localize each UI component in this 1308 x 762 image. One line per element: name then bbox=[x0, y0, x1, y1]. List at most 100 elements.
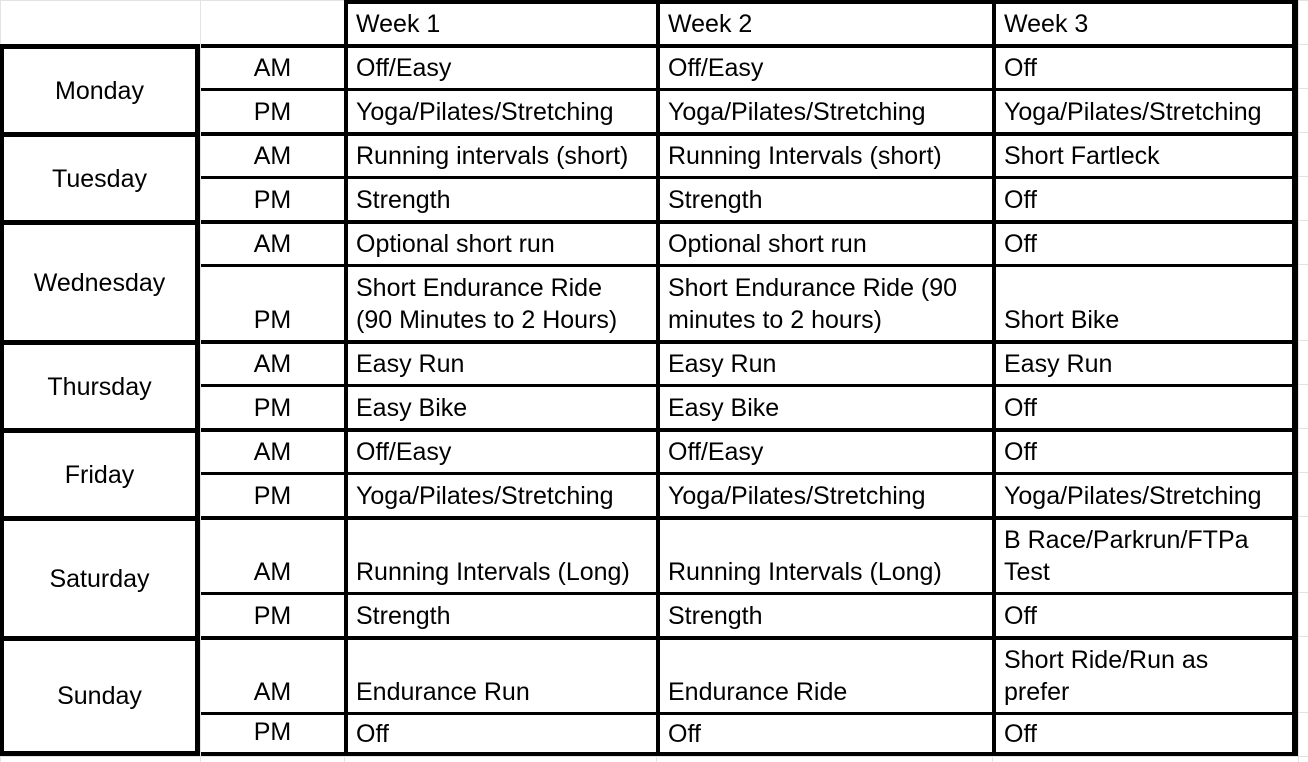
schedule-cell-text: Off/Easy bbox=[668, 438, 764, 466]
day-tuesday[interactable]: Tuesday bbox=[0, 132, 200, 220]
header-week-2[interactable]: Week 2 bbox=[656, 0, 992, 44]
day-tuesday-text: Tuesday bbox=[52, 164, 147, 193]
schedule-cell[interactable]: Yoga/Pilates/Stretching bbox=[992, 472, 1298, 516]
day-thursday[interactable]: Thursday bbox=[0, 340, 200, 428]
schedule-cell[interactable]: Easy Run bbox=[656, 340, 992, 384]
day-monday[interactable]: Monday bbox=[0, 44, 200, 132]
schedule-cell-text: Off bbox=[1004, 185, 1037, 214]
period-am-text: AM bbox=[253, 54, 292, 82]
schedule-cell-text: Off bbox=[1004, 230, 1037, 258]
schedule-cell[interactable]: Endurance Ride bbox=[656, 636, 992, 712]
schedule-cell[interactable]: Strength bbox=[344, 592, 656, 636]
schedule-cell[interactable]: Strength bbox=[344, 176, 656, 220]
schedule-cell[interactable]: B Race/Parkrun/FTPa Test bbox=[992, 516, 1298, 592]
period-am-text: AM bbox=[253, 142, 292, 170]
period-pm-text: PM bbox=[253, 394, 292, 422]
day-sunday[interactable]: Sunday bbox=[0, 636, 200, 756]
schedule-cell[interactable]: Short Endurance Ride (90 Minutes to 2 Ho… bbox=[344, 264, 656, 340]
schedule-cell[interactable]: Off bbox=[992, 384, 1298, 428]
schedule-cell[interactable]: Off bbox=[344, 712, 656, 756]
gridline bbox=[0, 756, 1308, 757]
schedule-cell[interactable]: Yoga/Pilates/Stretching bbox=[656, 88, 992, 132]
period-am[interactable]: AM bbox=[201, 516, 344, 592]
schedule-cell-text: Running Intervals (Long) bbox=[668, 558, 942, 586]
schedule-cell[interactable]: Easy Run bbox=[344, 340, 656, 384]
day-thursday-text: Thursday bbox=[47, 372, 152, 401]
gridline bbox=[1298, 0, 1299, 762]
header-week-3[interactable]: Week 3 bbox=[992, 0, 1298, 44]
period-am[interactable]: AM bbox=[201, 132, 344, 176]
schedule-cell-text: Strength bbox=[668, 185, 763, 214]
day-friday-text: Friday bbox=[64, 460, 135, 489]
schedule-cell-text: Off bbox=[1004, 54, 1037, 82]
schedule-cell-text: Off/Easy bbox=[356, 54, 452, 82]
period-am[interactable]: AM bbox=[201, 44, 344, 88]
schedule-cell-text: Optional short run bbox=[356, 230, 555, 258]
schedule-cell[interactable]: Off bbox=[992, 44, 1298, 88]
schedule-cell-text: Yoga/Pilates/Stretching bbox=[1004, 97, 1262, 126]
day-wednesday-text: Wednesday bbox=[33, 268, 166, 297]
schedule-cell[interactable]: Off bbox=[992, 176, 1298, 220]
period-pm-text: PM bbox=[253, 482, 292, 510]
schedule-cell[interactable]: Running Intervals (Long) bbox=[344, 516, 656, 592]
schedule-cell[interactable]: Short Endurance Ride (90 minutes to 2 ho… bbox=[656, 264, 992, 340]
schedule-cell[interactable]: Easy Bike bbox=[656, 384, 992, 428]
period-am-text: AM bbox=[253, 350, 292, 378]
day-monday-text: Monday bbox=[55, 76, 144, 105]
schedule-cell[interactable]: Optional short run bbox=[344, 220, 656, 264]
schedule-cell[interactable]: Off bbox=[992, 220, 1298, 264]
schedule-cell[interactable]: Endurance Run bbox=[344, 636, 656, 712]
period-pm[interactable]: PM bbox=[201, 472, 344, 516]
schedule-cell-text: Yoga/Pilates/Stretching bbox=[356, 481, 614, 510]
schedule-cell[interactable]: Off bbox=[992, 592, 1298, 636]
day-friday[interactable]: Friday bbox=[0, 428, 200, 516]
period-am[interactable]: AM bbox=[201, 428, 344, 472]
schedule-cell[interactable]: Running Intervals (Long) bbox=[656, 516, 992, 592]
period-pm[interactable]: PM bbox=[201, 264, 344, 340]
period-pm-text: PM bbox=[253, 306, 292, 334]
schedule-cell-text: Strength bbox=[668, 601, 763, 630]
schedule-cell[interactable]: Yoga/Pilates/Stretching bbox=[344, 472, 656, 516]
period-am-text: AM bbox=[253, 678, 292, 706]
day-saturday[interactable]: Saturday bbox=[0, 516, 200, 636]
schedule-cell[interactable]: Optional short run bbox=[656, 220, 992, 264]
schedule-cell[interactable]: Strength bbox=[656, 176, 992, 220]
schedule-cell[interactable]: Yoga/Pilates/Stretching bbox=[992, 88, 1298, 132]
schedule-cell[interactable]: Short Bike bbox=[992, 264, 1298, 340]
period-pm[interactable]: PM bbox=[201, 592, 344, 636]
schedule-cell[interactable]: Off/Easy bbox=[344, 428, 656, 472]
day-sunday-text: Sunday bbox=[57, 682, 142, 710]
schedule-cell-text: Endurance Ride bbox=[668, 678, 848, 706]
period-am[interactable]: AM bbox=[201, 220, 344, 264]
period-pm[interactable]: PM bbox=[201, 176, 344, 220]
schedule-cell[interactable]: Off bbox=[992, 712, 1298, 756]
schedule-cell-text: Short Ride/Run as prefer bbox=[1004, 646, 1209, 706]
schedule-cell[interactable]: Easy Run bbox=[992, 340, 1298, 384]
schedule-cell[interactable]: Short Fartleck bbox=[992, 132, 1298, 176]
header-week-1-text: Week 1 bbox=[356, 10, 441, 38]
schedule-cell-text: Short Fartleck bbox=[1004, 142, 1160, 170]
schedule-cell[interactable]: Running Intervals (short) bbox=[656, 132, 992, 176]
schedule-cell[interactable]: Running intervals (short) bbox=[344, 132, 656, 176]
period-pm[interactable]: PM bbox=[201, 88, 344, 132]
schedule-cell[interactable]: Off/Easy bbox=[344, 44, 656, 88]
schedule-cell[interactable]: Off bbox=[992, 428, 1298, 472]
period-am-text: AM bbox=[253, 230, 292, 258]
schedule-cell[interactable]: Strength bbox=[656, 592, 992, 636]
schedule-cell-text: Strength bbox=[356, 185, 451, 214]
header-week-1[interactable]: Week 1 bbox=[344, 0, 656, 44]
schedule-cell-text: Yoga/Pilates/Stretching bbox=[668, 481, 926, 510]
schedule-cell[interactable]: Yoga/Pilates/Stretching bbox=[656, 472, 992, 516]
period-pm[interactable]: PM bbox=[201, 384, 344, 428]
schedule-cell-text: Off bbox=[356, 719, 389, 748]
schedule-cell[interactable]: Off/Easy bbox=[656, 44, 992, 88]
schedule-cell[interactable]: Off bbox=[656, 712, 992, 756]
day-wednesday[interactable]: Wednesday bbox=[0, 220, 200, 340]
schedule-cell[interactable]: Off/Easy bbox=[656, 428, 992, 472]
schedule-cell[interactable]: Yoga/Pilates/Stretching bbox=[344, 88, 656, 132]
schedule-cell[interactable]: Easy Bike bbox=[344, 384, 656, 428]
period-am[interactable]: AM bbox=[201, 340, 344, 384]
period-am[interactable]: AM bbox=[201, 636, 344, 712]
schedule-cell[interactable]: Short Ride/Run as prefer bbox=[992, 636, 1298, 712]
period-pm[interactable]: PM bbox=[201, 712, 344, 756]
